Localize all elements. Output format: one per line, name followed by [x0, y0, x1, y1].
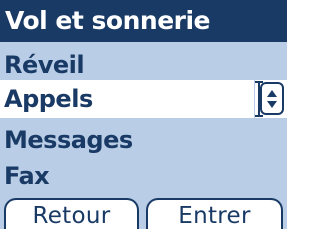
menu-item-messages[interactable]: Messages [0, 121, 287, 159]
menu-item-label: Appels [4, 85, 93, 113]
back-softkey[interactable]: Retour [4, 198, 139, 229]
menu-item-label: Messages [4, 126, 133, 154]
enter-softkey-label: Entrer [178, 203, 251, 229]
menu-list: Réveil Appels Messages Fax [0, 42, 287, 200]
phone-screen: Vol et sonnerie Réveil Appels Messages F… [0, 0, 287, 229]
scroll-indicator[interactable] [255, 80, 287, 118]
softkey-bar: Retour Entrer [0, 196, 287, 229]
back-softkey-label: Retour [32, 203, 111, 229]
menu-item-label: Réveil [4, 51, 85, 79]
up-down-arrows-icon [267, 90, 277, 108]
title-bar: Vol et sonnerie [0, 0, 287, 42]
screen-title: Vol et sonnerie [5, 6, 211, 35]
menu-item-appels[interactable]: Appels [0, 80, 287, 118]
menu-item-reveil[interactable]: Réveil [0, 46, 287, 84]
menu-item-fax[interactable]: Fax [0, 157, 287, 195]
menu-item-label: Fax [4, 162, 50, 190]
enter-softkey[interactable]: Entrer [146, 198, 283, 229]
